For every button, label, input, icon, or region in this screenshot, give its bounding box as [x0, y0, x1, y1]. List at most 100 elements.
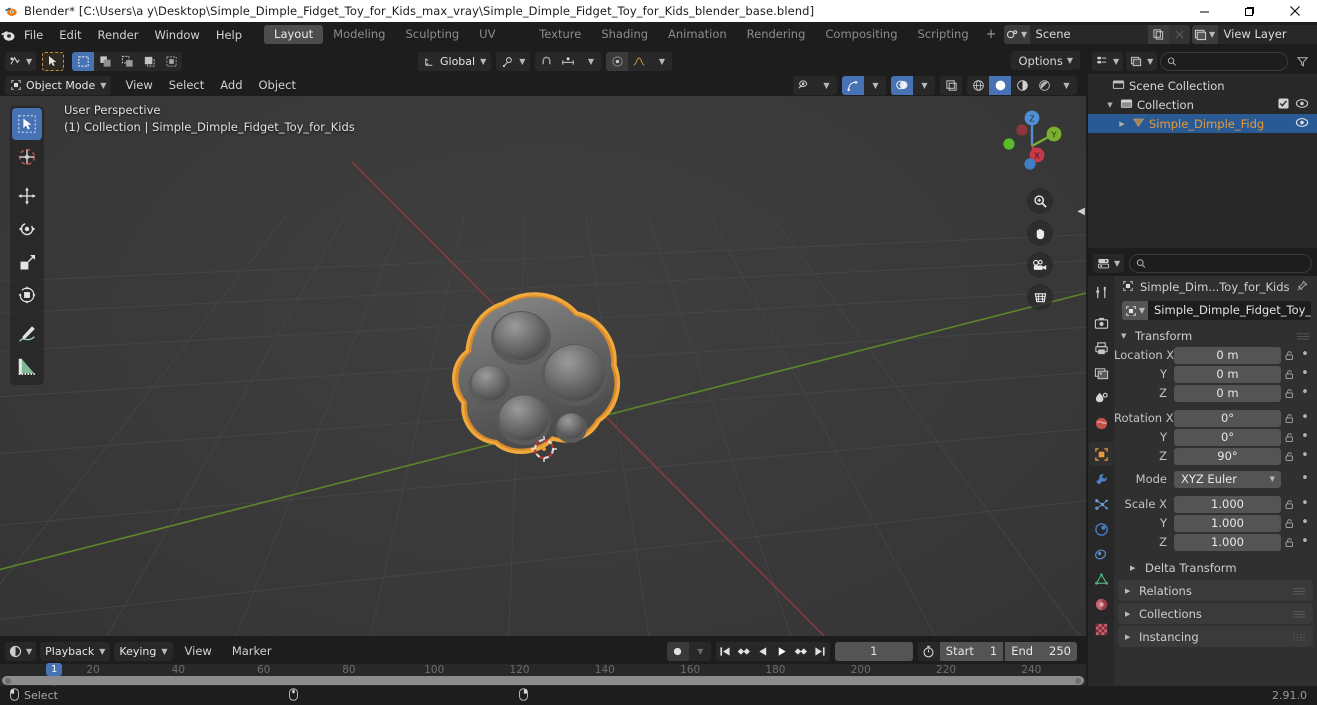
select-box-icon[interactable] — [72, 51, 95, 71]
shading-solid-icon[interactable] — [989, 75, 1011, 95]
viewport-menu-add[interactable]: Add — [212, 76, 250, 95]
properties-tab-texture[interactable] — [1089, 617, 1113, 641]
transform-orientation-dropdown[interactable]: Global ▼ — [418, 51, 492, 71]
proportional-edit-icon[interactable] — [606, 51, 629, 71]
value-location-x[interactable]: 0 m — [1174, 346, 1281, 364]
tab-rendering[interactable]: Rendering — [737, 25, 816, 44]
tab-texture-paint[interactable]: Texture Paint — [529, 25, 591, 60]
animate-scale-x-icon[interactable]: • — [1298, 497, 1312, 510]
tool-annotate[interactable] — [12, 318, 42, 350]
snap-to-increment-icon[interactable] — [557, 52, 579, 71]
collection-expand-triangle-icon[interactable]: ▼ — [1104, 101, 1116, 109]
properties-tab-physics[interactable] — [1089, 517, 1113, 541]
shading-chevron-down-icon[interactable]: ▼ — [1055, 76, 1077, 95]
pan-hand-icon[interactable] — [1027, 220, 1053, 246]
outliner-search-input[interactable] — [1160, 51, 1288, 71]
timeline-playback-menu[interactable]: Playback ▼ — [40, 641, 111, 661]
outliner-filter-icon[interactable] — [1291, 52, 1313, 71]
proportional-falloff-icon[interactable] — [628, 52, 650, 71]
transform-panel-header[interactable]: ▼ Transform — [1114, 325, 1317, 346]
properties-tab-world[interactable] — [1089, 411, 1113, 435]
tool-cursor[interactable] — [12, 141, 42, 173]
timeline-track[interactable]: 20 40 60 80 100 120 140 160 180 200 220 240 1 — [0, 663, 1086, 687]
editor-type-icon[interactable]: ▼ — [5, 51, 37, 71]
properties-search-input[interactable] — [1129, 253, 1312, 273]
tab-scripting[interactable]: Scripting — [908, 25, 979, 44]
outliner-display-mode-icon[interactable]: ▼ — [1126, 51, 1158, 71]
value-rotation-mode[interactable]: XYZ Euler ▼ — [1174, 470, 1281, 488]
menu-file[interactable]: File — [16, 25, 51, 45]
shading-wireframe-icon[interactable] — [967, 76, 989, 95]
properties-tab-tool[interactable] — [1089, 280, 1113, 304]
outliner-row-collection[interactable]: ▼ Collection — [1088, 95, 1317, 114]
visibility-chevron-down-icon[interactable]: ▼ — [815, 76, 837, 95]
jump-to-start-icon[interactable] — [716, 642, 735, 661]
outliner-search-field[interactable] — [1180, 55, 1281, 67]
menu-edit[interactable]: Edit — [51, 25, 89, 45]
new-scene-icon[interactable] — [1147, 25, 1169, 44]
select-subtract-icon[interactable] — [116, 52, 138, 71]
play-reverse-icon[interactable] — [754, 642, 773, 661]
lock-scale-z-icon[interactable] — [1281, 537, 1298, 548]
properties-search-field[interactable] — [1150, 257, 1305, 269]
properties-tab-particles[interactable] — [1089, 492, 1113, 516]
show-overlays-icon[interactable] — [891, 75, 913, 95]
tab-uv-editing[interactable]: UV Editing — [469, 25, 529, 60]
viewport-canvas[interactable]: User Perspective (1) Collection | Simple… — [0, 96, 1086, 636]
value-rotation-x[interactable]: 0° — [1174, 409, 1281, 427]
scrollbar-right-handle[interactable] — [1075, 677, 1081, 684]
view-layer-name[interactable]: View Layer — [1217, 25, 1317, 44]
lock-location-y-icon[interactable] — [1281, 369, 1298, 380]
end-frame-field[interactable]: End 250 — [1005, 641, 1077, 661]
animate-rotation-x-icon[interactable]: • — [1298, 411, 1312, 424]
value-scale-z[interactable]: 1.000 — [1174, 533, 1281, 551]
properties-tab-constraints[interactable] — [1089, 542, 1113, 566]
jump-to-prev-keyframe-icon[interactable] — [735, 642, 754, 661]
camera-view-icon[interactable] — [1027, 252, 1053, 278]
proportional-chevron-down-icon[interactable]: ▼ — [650, 52, 672, 71]
current-frame-field[interactable]: 1 — [834, 641, 913, 661]
value-rotation-y[interactable]: 0° — [1174, 428, 1281, 446]
object-visibility-icon[interactable] — [793, 76, 815, 95]
animate-rotation-y-icon[interactable]: • — [1298, 430, 1312, 443]
select-intersect-icon[interactable] — [138, 52, 160, 71]
sub-panel-delta-transform[interactable]: ▶ Delta Transform — [1114, 558, 1317, 578]
overlays-chevron-down-icon[interactable]: ▼ — [913, 76, 935, 95]
close-icon[interactable] — [1272, 0, 1317, 22]
zoom-icon[interactable] — [1027, 188, 1053, 214]
tab-compositing[interactable]: Compositing — [815, 25, 907, 44]
toggle-perspective-ortho-icon[interactable] — [1027, 284, 1053, 310]
menu-help[interactable]: Help — [208, 25, 250, 45]
tab-modeling[interactable]: Modeling — [323, 25, 395, 44]
properties-tab-output[interactable] — [1089, 336, 1113, 360]
lock-scale-x-icon[interactable] — [1281, 499, 1298, 510]
maximize-icon[interactable] — [1227, 0, 1272, 22]
menu-render[interactable]: Render — [90, 25, 147, 45]
outliner-editor-type-icon[interactable]: ▼ — [1092, 51, 1124, 71]
pin-icon[interactable] — [1296, 279, 1312, 295]
panel-instancing[interactable]: ▶ Instancing — [1118, 626, 1313, 647]
tweak-tool-header-icon[interactable] — [42, 51, 65, 71]
properties-tab-scene[interactable] — [1089, 386, 1113, 410]
play-icon[interactable] — [773, 642, 792, 661]
tab-sculpting[interactable]: Sculpting — [395, 25, 469, 44]
value-scale-y[interactable]: 1.000 — [1174, 514, 1281, 532]
xray-toggle-icon[interactable] — [940, 75, 962, 95]
animate-rotation-mode-icon[interactable]: • — [1298, 472, 1312, 485]
object-expand-triangle-icon[interactable]: ▶ — [1116, 120, 1128, 128]
select-difference-icon[interactable] — [160, 52, 182, 71]
start-frame-field[interactable]: Start 1 — [939, 641, 1004, 661]
animate-rotation-z-icon[interactable]: • — [1298, 449, 1312, 462]
view-layer-selector[interactable]: ▼ View Layer — [1191, 25, 1317, 44]
gizmo-chevron-down-icon[interactable]: ▼ — [864, 76, 886, 95]
snap-magnet-icon[interactable] — [535, 52, 557, 71]
tool-transform[interactable] — [12, 279, 42, 311]
properties-tab-view-layer[interactable] — [1089, 361, 1113, 385]
delete-scene-icon[interactable] — [1168, 25, 1190, 44]
object-visibility-eye-icon[interactable] — [1295, 117, 1309, 131]
viewport-options-dropdown[interactable]: Options ▼ — [1011, 51, 1080, 70]
animate-scale-y-icon[interactable]: • — [1298, 516, 1312, 529]
blender-menu-icon[interactable] — [0, 27, 16, 43]
scene-name[interactable]: Scene — [1029, 25, 1148, 44]
lock-location-x-icon[interactable] — [1281, 350, 1298, 361]
